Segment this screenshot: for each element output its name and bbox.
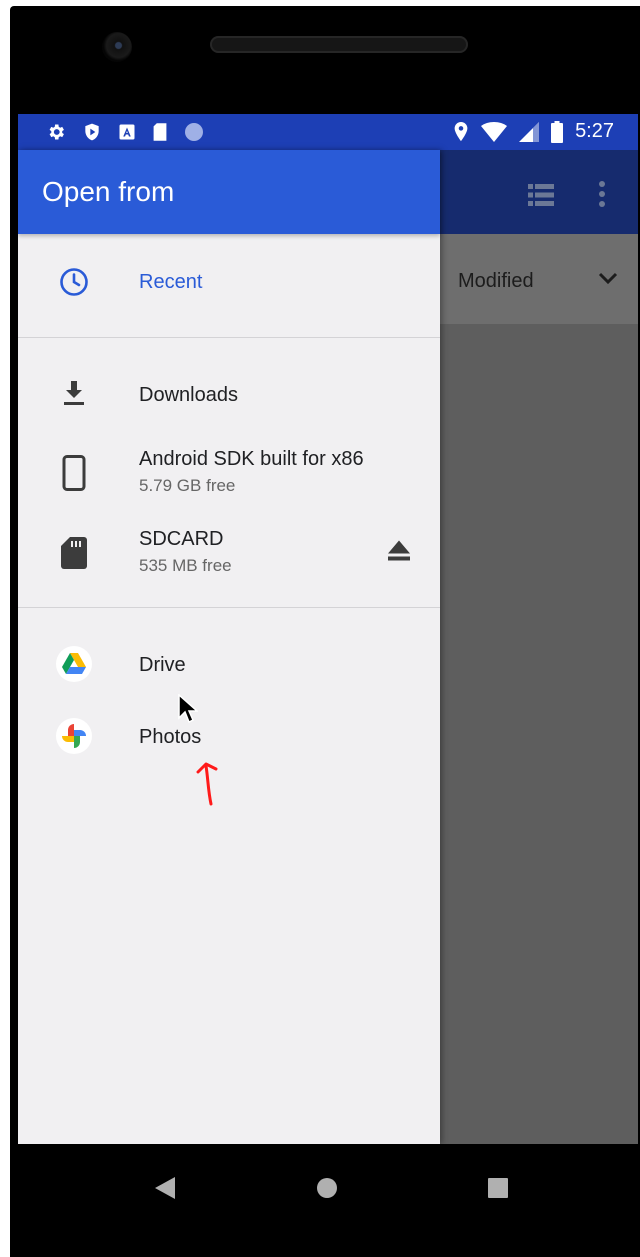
status-system-icons: 5:27 <box>453 120 614 143</box>
drawer-item-recent[interactable]: Recent <box>18 252 440 312</box>
status-notification-icons <box>46 122 204 142</box>
chevron-down-icon[interactable] <box>598 272 618 291</box>
back-icon[interactable] <box>145 1168 185 1208</box>
google-drive-icon <box>56 646 92 682</box>
shield-play-icon <box>82 122 102 142</box>
gear-icon <box>46 122 66 142</box>
drawer-item-photos[interactable]: Photos <box>18 706 440 766</box>
signal-icon <box>519 121 540 142</box>
download-icon <box>56 376 92 412</box>
background-app-bar <box>440 150 638 234</box>
earpiece-speaker <box>210 36 468 53</box>
phone-icon <box>56 455 92 491</box>
sd-card-icon <box>56 535 92 571</box>
front-camera <box>102 32 132 62</box>
drawer-item-label: Android SDK built for x86 <box>139 448 364 470</box>
home-icon[interactable] <box>307 1168 347 1208</box>
drawer-item-label: SDCARD <box>139 528 224 550</box>
recents-icon[interactable] <box>478 1168 518 1208</box>
drawer-item-sublabel: 5.79 GB free <box>139 476 236 495</box>
wifi-icon <box>481 121 508 142</box>
mouse-pointer-icon <box>178 693 199 729</box>
a-box-icon <box>118 123 136 141</box>
system-nav-bar <box>10 1144 640 1257</box>
drawer-item-label: Recent <box>139 271 203 293</box>
drawer-title: Open from <box>42 176 175 207</box>
google-photos-icon <box>56 718 92 754</box>
section-divider <box>18 607 440 608</box>
section-divider <box>18 337 440 338</box>
status-bar: 5:27 <box>18 114 638 150</box>
eject-icon[interactable] <box>388 540 410 566</box>
open-from-drawer: Open from Recent Downloads Android SDK b… <box>18 150 440 1144</box>
location-icon <box>453 121 469 142</box>
drawer-item-label: Photos <box>139 726 202 748</box>
status-time: 5:27 <box>575 120 614 142</box>
dot-icon <box>184 122 204 142</box>
drawer-item-sdcard[interactable]: SDCARD 535 MB free <box>18 520 440 586</box>
sort-label[interactable]: Modified <box>458 270 534 293</box>
annotation-arrow-icon <box>196 760 222 811</box>
drawer-item-drive[interactable]: Drive <box>18 634 440 694</box>
list-view-icon[interactable] <box>528 184 554 211</box>
device-screen: 5:27 Modified Open from Recent Downloads… <box>18 114 638 1144</box>
drawer-item-device-storage[interactable]: Android SDK built for x86 5.79 GB free <box>18 440 440 506</box>
drawer-item-downloads[interactable]: Downloads <box>18 364 440 424</box>
clock-icon <box>56 264 92 300</box>
more-vert-icon[interactable] <box>598 180 606 213</box>
drawer-item-label: Drive <box>139 654 186 676</box>
background-sort-bar: Modified <box>440 234 638 324</box>
drawer-item-sublabel: 535 MB free <box>139 556 232 575</box>
battery-icon <box>551 120 564 143</box>
drawer-item-label: Downloads <box>139 384 238 406</box>
drawer-header: Open from <box>18 150 440 234</box>
sd-card-small-icon <box>152 122 168 142</box>
